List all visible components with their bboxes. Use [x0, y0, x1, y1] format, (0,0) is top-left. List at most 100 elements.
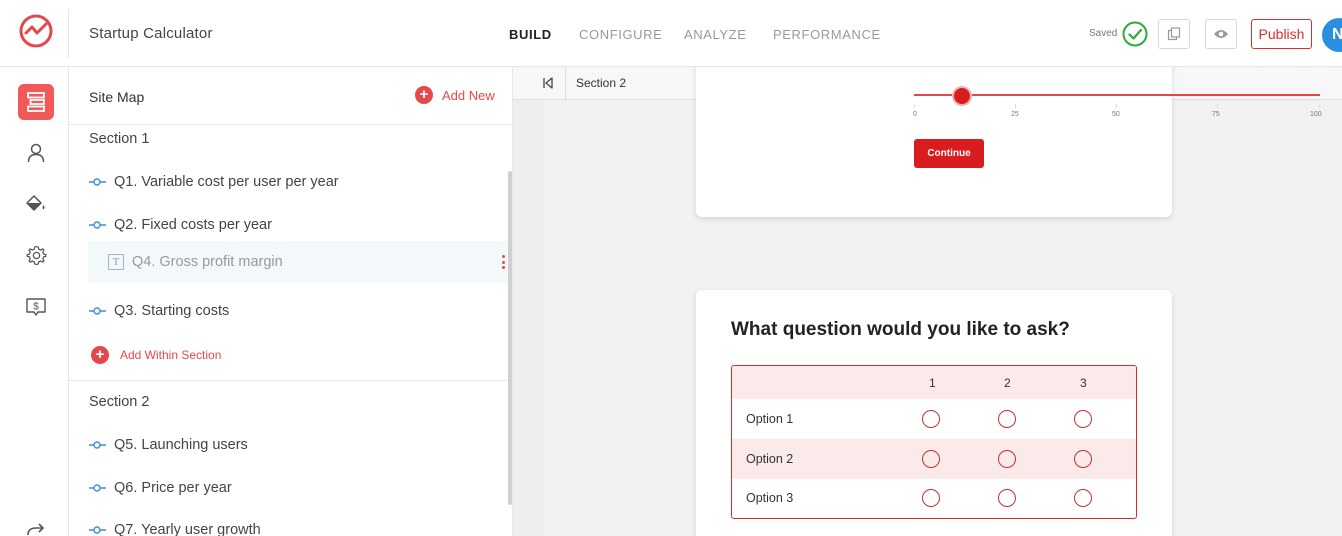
- top-bar: Startup Calculator BUILD CONFIGURE ANALY…: [0, 0, 1342, 67]
- matrix-radio[interactable]: [1074, 410, 1092, 428]
- section-select-value: Section 2: [576, 76, 627, 90]
- question-label: Q3. Starting costs: [114, 303, 230, 319]
- matrix-row-label: Option 2: [746, 452, 794, 466]
- slider-question-icon: [89, 441, 106, 449]
- question-label: Q7. Yearly user growth: [114, 522, 261, 536]
- tab-analyze[interactable]: ANALYZE: [684, 27, 746, 42]
- slider-tick: [1217, 104, 1218, 108]
- app-title: Startup Calculator: [89, 25, 213, 42]
- paint-bucket-icon: [26, 195, 45, 211]
- slider-question-icon: [89, 221, 106, 229]
- matrix-question-card: What question would you like to ask? 1 2…: [696, 290, 1172, 536]
- preview-button[interactable]: [1205, 19, 1237, 49]
- first-section-button[interactable]: [531, 67, 565, 99]
- slider-tick-label: 50: [1112, 111, 1120, 118]
- matrix-column-header: 2: [1004, 376, 1011, 390]
- sitemap-icon: [27, 92, 45, 112]
- question-label: Q5. Launching users: [114, 437, 248, 453]
- matrix-column-header: 1: [929, 376, 936, 390]
- add-within-label: Add Within Section: [120, 348, 222, 362]
- slider-question-icon: [89, 484, 106, 492]
- matrix-radio[interactable]: [998, 410, 1016, 428]
- tab-build[interactable]: BUILD: [509, 27, 552, 42]
- divider: [69, 380, 512, 381]
- matrix-row: Option 2: [732, 439, 1136, 479]
- matrix-radio[interactable]: [1074, 450, 1092, 468]
- slider-tick: [1015, 104, 1016, 108]
- question-label: Q1. Variable cost per user per year: [114, 174, 339, 190]
- matrix-radio[interactable]: [922, 450, 940, 468]
- continue-button[interactable]: Continue: [914, 139, 984, 168]
- plus-icon: +: [91, 346, 109, 364]
- slider-question-icon: [89, 307, 106, 315]
- rail-design-button[interactable]: [18, 186, 54, 222]
- question-item[interactable]: Q1. Variable cost per user per year: [89, 174, 339, 190]
- tab-configure[interactable]: CONFIGURE: [579, 27, 662, 42]
- slider-track[interactable]: [914, 94, 1320, 96]
- question-label: Q2. Fixed costs per year: [114, 217, 272, 233]
- matrix-radio[interactable]: [998, 450, 1016, 468]
- slider-tick-label: 75: [1212, 111, 1220, 118]
- question-item[interactable]: Q2. Fixed costs per year: [89, 217, 272, 233]
- matrix-radio[interactable]: [1074, 489, 1092, 507]
- section-title[interactable]: Section 1: [89, 131, 149, 147]
- sitemap-scrollbar[interactable]: [508, 171, 512, 505]
- left-rail: $: [0, 67, 69, 536]
- share-icon[interactable]: [26, 522, 46, 536]
- question-heading: What question would you like to ask?: [731, 319, 1070, 340]
- matrix-row-label: Option 1: [746, 412, 794, 426]
- rail-sitemap-button[interactable]: [18, 84, 54, 120]
- rail-users-button[interactable]: [18, 135, 54, 171]
- matrix-radio[interactable]: [998, 489, 1016, 507]
- matrix-row: Option 3: [732, 478, 1136, 518]
- matrix-column-header: 3: [1080, 376, 1087, 390]
- matrix-header-row: 1 2 3: [732, 366, 1136, 399]
- question-item[interactable]: Q7. Yearly user growth: [89, 522, 261, 536]
- gear-icon: [26, 245, 46, 265]
- app-logo-icon[interactable]: [18, 13, 54, 49]
- tab-performance[interactable]: PERFORMANCE: [773, 27, 881, 42]
- avatar[interactable]: N: [1322, 18, 1342, 52]
- add-new-button[interactable]: + Add New: [415, 86, 495, 104]
- skip-first-icon: [543, 77, 553, 89]
- question-item[interactable]: Q5. Launching users: [89, 437, 248, 453]
- drag-handle-icon[interactable]: [502, 255, 505, 269]
- check-circle-icon: [1122, 21, 1148, 47]
- plus-icon: +: [415, 86, 433, 104]
- question-item[interactable]: Q6. Price per year: [89, 480, 232, 496]
- slider-question-icon: [89, 526, 106, 534]
- slider-tick-label: 25: [1011, 111, 1019, 118]
- slider-question-card: 0 25 50 75 100 Continue: [696, 67, 1322, 217]
- sitemap-title: Site Map: [89, 89, 145, 105]
- matrix-radio[interactable]: [922, 410, 940, 428]
- sitemap-header: Site Map + Add New: [69, 67, 512, 125]
- user-icon: [27, 143, 45, 163]
- slider-tick: [1116, 104, 1117, 108]
- form-page-background: 0 25 50 75 100 Continue What question wo…: [544, 67, 1342, 536]
- matrix-row: Option 1: [732, 399, 1136, 439]
- matrix-grid: 1 2 3 Option 1 Option 2 Option 3: [731, 365, 1137, 519]
- dollar-icon: $: [26, 298, 46, 316]
- eye-icon: [1214, 30, 1228, 38]
- matrix-radio[interactable]: [922, 489, 940, 507]
- sitemap-panel: Site Map + Add New Section 1 Q1. Variabl…: [69, 67, 513, 536]
- slider-tick-label: 100: [1310, 111, 1322, 118]
- slider-tick: [914, 104, 915, 108]
- slider-question-icon: [89, 178, 106, 186]
- text-question-icon: T: [108, 254, 124, 270]
- rail-pricing-button[interactable]: $: [18, 289, 54, 325]
- slider-handle[interactable]: [952, 86, 972, 106]
- rail-settings-button[interactable]: [18, 237, 54, 273]
- section-title[interactable]: Section 2: [89, 394, 149, 410]
- saved-status-label: Saved: [1089, 28, 1118, 39]
- publish-button[interactable]: Publish: [1251, 19, 1312, 49]
- matrix-row-label: Option 3: [746, 491, 794, 505]
- divider: [68, 9, 69, 58]
- question-item-dragging[interactable]: T Q4. Gross profit margin: [88, 241, 509, 283]
- question-label: Q4. Gross profit margin: [132, 254, 283, 270]
- duplicate-button[interactable]: [1158, 19, 1190, 49]
- add-within-section-button[interactable]: + Add Within Section: [91, 346, 221, 364]
- slider-tick: [1319, 104, 1320, 108]
- question-item[interactable]: Q3. Starting costs: [89, 303, 229, 319]
- preview-canvas: Section 2 0 25 50 75 100 Continue What q…: [513, 67, 1342, 536]
